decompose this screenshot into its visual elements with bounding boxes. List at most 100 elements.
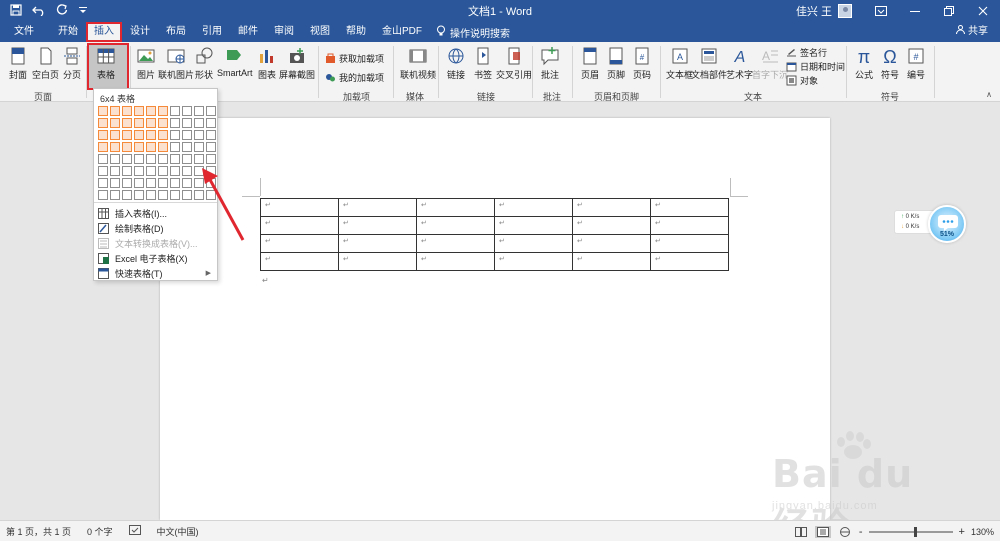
- grid-cell[interactable]: [206, 154, 216, 164]
- grid-cell[interactable]: [110, 166, 120, 176]
- grid-cell[interactable]: [110, 178, 120, 188]
- grid-cell[interactable]: [158, 154, 168, 164]
- grid-cell[interactable]: [170, 130, 180, 140]
- blank-page-button[interactable]: 空白页: [32, 46, 59, 81]
- close-icon[interactable]: [966, 0, 1000, 22]
- grid-cell[interactable]: [182, 106, 192, 116]
- grid-cell[interactable]: [158, 166, 168, 176]
- grid-cell[interactable]: [158, 130, 168, 140]
- grid-cell[interactable]: [158, 178, 168, 188]
- grid-cell[interactable]: [170, 142, 180, 152]
- zoom-level[interactable]: 130%: [971, 527, 994, 537]
- table-cell[interactable]: ↵: [416, 234, 495, 253]
- equation-button[interactable]: π 公式: [854, 46, 874, 81]
- grid-cell[interactable]: [170, 118, 180, 128]
- page-break-button[interactable]: 分页: [62, 46, 82, 81]
- grid-cell[interactable]: [134, 166, 144, 176]
- symbol-button[interactable]: Ω 符号: [880, 46, 900, 81]
- grid-cell[interactable]: [146, 118, 156, 128]
- table-cell[interactable]: ↵: [650, 216, 729, 235]
- grid-cell[interactable]: [146, 166, 156, 176]
- table-cell[interactable]: ↵: [416, 216, 495, 235]
- grid-cell[interactable]: [182, 166, 192, 176]
- collapse-ribbon-icon[interactable]: ∧: [986, 90, 992, 99]
- quick-parts-button[interactable]: 文档部件: [691, 46, 727, 81]
- grid-cell[interactable]: [122, 106, 132, 116]
- table-button[interactable]: 表格: [96, 46, 116, 81]
- grid-cell[interactable]: [206, 118, 216, 128]
- document-page[interactable]: [160, 118, 830, 520]
- date-time-button[interactable]: 日期和时间: [786, 60, 845, 73]
- table-cell[interactable]: ↵: [338, 216, 417, 235]
- grid-cell[interactable]: [134, 130, 144, 140]
- grid-cell[interactable]: [122, 166, 132, 176]
- object-button[interactable]: 对象: [786, 74, 818, 87]
- grid-cell[interactable]: [194, 130, 204, 140]
- table-cell[interactable]: ↵: [494, 234, 573, 253]
- table-cell[interactable]: ↵: [572, 198, 651, 217]
- grid-cell[interactable]: [110, 106, 120, 116]
- grid-cell[interactable]: [122, 130, 132, 140]
- grid-cell[interactable]: [158, 142, 168, 152]
- grid-cell[interactable]: [98, 106, 108, 116]
- picture-button[interactable]: 图片: [136, 46, 156, 81]
- grid-cell[interactable]: [110, 130, 120, 140]
- excel-spreadsheet-item[interactable]: Excel 电子表格(X): [98, 252, 188, 265]
- page-count[interactable]: 第 1 页，共 1 页: [6, 525, 71, 538]
- grid-cell[interactable]: [194, 118, 204, 128]
- undo-icon[interactable]: [32, 4, 46, 19]
- grid-cell[interactable]: [170, 154, 180, 164]
- tab-mailings[interactable]: 邮件: [230, 22, 266, 42]
- tab-layout[interactable]: 布局: [158, 22, 194, 42]
- draw-table-item[interactable]: 绘制表格(D): [98, 222, 164, 235]
- table-cell[interactable]: ↵: [494, 252, 573, 271]
- grid-cell[interactable]: [182, 130, 192, 140]
- grid-cell[interactable]: [110, 118, 120, 128]
- drop-cap-button[interactable]: A 首字下沉: [752, 46, 788, 81]
- numbering-button[interactable]: # 编号: [906, 46, 926, 81]
- table-cell[interactable]: ↵: [650, 234, 729, 253]
- grid-cell[interactable]: [194, 142, 204, 152]
- word-count[interactable]: 0 个字: [87, 525, 113, 538]
- textbox-button[interactable]: A 文本框: [666, 46, 693, 81]
- cover-page-button[interactable]: 封面: [8, 46, 28, 81]
- table-cell[interactable]: ↵: [494, 198, 573, 217]
- grid-cell[interactable]: [110, 190, 120, 200]
- zoom-in-button[interactable]: +: [959, 526, 965, 538]
- grid-cell[interactable]: [98, 154, 108, 164]
- minimize-icon[interactable]: [898, 0, 932, 22]
- grid-cell[interactable]: [122, 178, 132, 188]
- grid-cell[interactable]: [182, 178, 192, 188]
- print-layout-icon[interactable]: [814, 525, 831, 538]
- table-cell[interactable]: ↵: [338, 252, 417, 271]
- grid-cell[interactable]: [158, 118, 168, 128]
- grid-cell[interactable]: [182, 154, 192, 164]
- grid-cell[interactable]: [134, 178, 144, 188]
- tab-references[interactable]: 引用: [194, 22, 230, 42]
- grid-cell[interactable]: [146, 142, 156, 152]
- redo-icon[interactable]: [56, 3, 68, 19]
- grid-cell[interactable]: [98, 142, 108, 152]
- speed-ball[interactable]: 51%: [928, 205, 966, 243]
- table-cell[interactable]: ↵: [338, 234, 417, 253]
- bookmark-button[interactable]: 书签: [473, 46, 493, 81]
- tab-review[interactable]: 审阅: [266, 22, 302, 42]
- grid-cell[interactable]: [194, 106, 204, 116]
- quick-tables-item[interactable]: 快速表格(T): [98, 267, 163, 280]
- table-cell[interactable]: ↵: [260, 252, 339, 271]
- table-cell[interactable]: ↵: [572, 252, 651, 271]
- grid-cell[interactable]: [134, 190, 144, 200]
- tab-home[interactable]: 开始: [50, 22, 86, 42]
- grid-cell[interactable]: [134, 142, 144, 152]
- online-picture-button[interactable]: 联机图片: [158, 46, 194, 81]
- proofing-icon[interactable]: [128, 525, 141, 537]
- cross-reference-button[interactable]: 交叉引用: [496, 46, 532, 81]
- grid-cell[interactable]: [182, 142, 192, 152]
- grid-cell[interactable]: [206, 130, 216, 140]
- grid-cell[interactable]: [170, 106, 180, 116]
- table-cell[interactable]: ↵: [260, 234, 339, 253]
- tab-help[interactable]: 帮助: [338, 22, 374, 42]
- zoom-out-button[interactable]: -: [859, 526, 863, 538]
- grid-cell[interactable]: [98, 178, 108, 188]
- shapes-button[interactable]: 形状: [194, 46, 214, 81]
